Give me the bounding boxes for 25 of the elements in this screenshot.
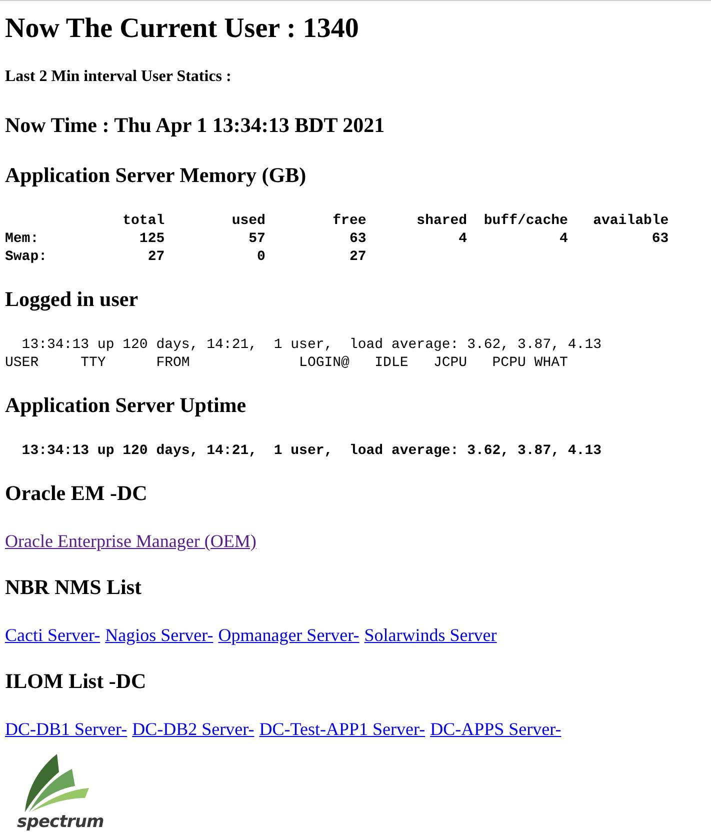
console-line: USER TTY FROM LOGIN@ IDLE JCPU PCPU WHAT bbox=[5, 354, 568, 372]
server-link[interactable]: Solarwinds Server bbox=[364, 624, 497, 646]
section-heading: Now Time : Thu Apr 1 13:34:13 BDT 2021 bbox=[5, 112, 386, 138]
console-line: total used free shared buff/cache available bbox=[122, 212, 669, 230]
server-link[interactable]: Cacti Server- bbox=[5, 624, 100, 646]
server-link[interactable]: DC-DB2 Server- bbox=[132, 718, 254, 740]
page-heading: Now The Current User : 1340 bbox=[5, 13, 360, 45]
section-subheading: Last 2 Min interval User Statics : bbox=[5, 67, 232, 87]
server-link[interactable]: DC-APPS Server- bbox=[430, 718, 562, 740]
section-heading: Application Server Memory (GB) bbox=[5, 162, 308, 188]
section-heading: Logged in user bbox=[5, 286, 140, 312]
server-link[interactable]: Oracle Enterprise Manager (OEM) bbox=[5, 530, 256, 552]
console-line: Swap: 27 0 27 bbox=[5, 248, 366, 266]
section-heading: Oracle EM -DC bbox=[5, 480, 148, 506]
server-link[interactable]: Nagios Server- bbox=[105, 624, 214, 646]
console-line: Mem: 125 57 63 4 4 63 bbox=[5, 230, 669, 248]
logo-wordmark: spectrum bbox=[17, 812, 104, 832]
server-link[interactable]: Opmanager Server- bbox=[218, 624, 360, 646]
section-heading: ILOM List -DC bbox=[5, 668, 148, 694]
section-heading: NBR NMS List bbox=[5, 574, 143, 600]
section-heading: Application Server Uptime bbox=[5, 392, 248, 418]
console-line: 13:34:13 up 120 days, 14:21, 1 user, load average: 3.62, 3.87, 4.13 bbox=[20, 336, 602, 354]
console-line: 13:34:13 up 120 days, 14:21, 1 user, load average: 3.62, 3.87, 4.13 bbox=[20, 442, 602, 460]
server-link[interactable]: DC-DB1 Server- bbox=[5, 718, 128, 740]
server-link[interactable]: DC-Test-APP1 Server- bbox=[259, 718, 426, 740]
